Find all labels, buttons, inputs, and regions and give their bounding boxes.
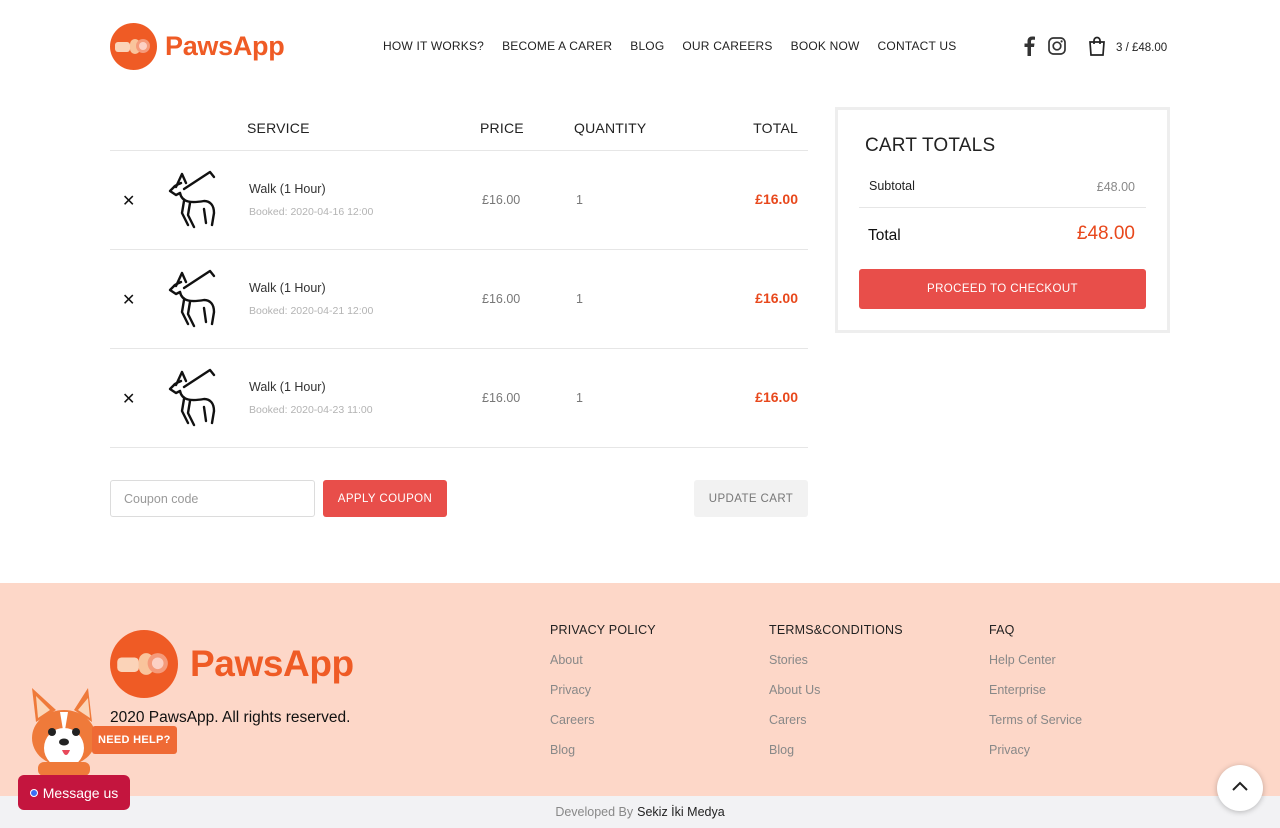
service-name: Walk (1 Hour) bbox=[249, 380, 326, 394]
developer-link[interactable]: Sekiz İki Medya bbox=[637, 805, 725, 819]
cart-table-header: SERVICE PRICE QUANTITY TOTAL bbox=[110, 107, 808, 151]
item-quantity: 1 bbox=[576, 292, 583, 306]
service-name: Walk (1 Hour) bbox=[249, 182, 326, 196]
remove-item-icon[interactable]: ✕ bbox=[122, 191, 136, 210]
service-name: Walk (1 Hour) bbox=[249, 281, 326, 295]
nav-blog[interactable]: BLOG bbox=[630, 39, 664, 53]
cart-table: SERVICE PRICE QUANTITY TOTAL ✕ Walk (1 H… bbox=[110, 107, 808, 448]
booked-time: Booked: 2020-04-23 11:00 bbox=[249, 404, 373, 416]
nav-book-now[interactable]: BOOK NOW bbox=[791, 39, 860, 53]
total-value: £48.00 bbox=[1076, 223, 1135, 244]
booked-time: Booked: 2020-04-21 12:00 bbox=[249, 305, 374, 317]
footer-link-enterprise[interactable]: Enterprise bbox=[989, 683, 1082, 697]
footer-link-carers[interactable]: Carers bbox=[769, 713, 903, 727]
footer-column-title: TERMS&CONDITIONS bbox=[769, 623, 903, 637]
shopping-bag-icon bbox=[1088, 36, 1106, 59]
header-quantity: QUANTITY bbox=[574, 120, 647, 136]
copyright-text: 2020 PawsApp. All rights reserved. bbox=[110, 709, 351, 726]
table-row: ✕ Walk (1 Hour) Booked: 2020-04-16 12:00… bbox=[110, 151, 808, 250]
facebook-icon[interactable] bbox=[1022, 36, 1036, 61]
footer-link-privacy[interactable]: Privacy bbox=[989, 743, 1082, 757]
footer-link-privacy[interactable]: Privacy bbox=[550, 683, 656, 697]
dog-walk-icon bbox=[162, 268, 220, 330]
logo-mark-icon bbox=[110, 630, 178, 698]
footer-link-about-us[interactable]: About Us bbox=[769, 683, 903, 697]
proceed-to-checkout-button[interactable]: PROCEED TO CHECKOUT bbox=[859, 269, 1146, 309]
nav-become-a-carer[interactable]: BECOME A CARER bbox=[502, 39, 612, 53]
item-quantity: 1 bbox=[576, 193, 583, 207]
header-total: TOTAL bbox=[753, 120, 798, 136]
instagram-icon[interactable] bbox=[1048, 37, 1066, 60]
nav-our-careers[interactable]: OUR CAREERS bbox=[682, 39, 772, 53]
item-total: £16.00 bbox=[755, 389, 798, 405]
cart-totals-panel: CART TOTALS Subtotal £48.00 Total £48.00… bbox=[835, 107, 1170, 333]
message-us-button[interactable]: Message us bbox=[18, 775, 130, 810]
need-help-badge[interactable]: NEED HELP? bbox=[92, 726, 177, 754]
subtotal-label: Subtotal bbox=[869, 179, 915, 193]
dog-walk-icon bbox=[162, 169, 220, 231]
developed-by-label: Developed By bbox=[555, 805, 634, 819]
item-price: £16.00 bbox=[482, 391, 521, 405]
logo[interactable]: PawsApp bbox=[110, 23, 285, 70]
apply-coupon-button[interactable]: APPLY COUPON bbox=[323, 480, 447, 517]
developer-credit-bar: Developed By Sekiz İki Medya bbox=[0, 796, 1280, 828]
item-quantity: 1 bbox=[576, 391, 583, 405]
item-price: £16.00 bbox=[482, 193, 521, 207]
footer-link-help-center[interactable]: Help Center bbox=[989, 653, 1082, 667]
item-total: £16.00 bbox=[755, 191, 798, 207]
site-header: PawsApp HOW IT WORKS? BECOME A CARER BLO… bbox=[0, 0, 1280, 92]
item-price: £16.00 bbox=[482, 292, 521, 306]
footer-column-title: PRIVACY POLICY bbox=[550, 623, 656, 637]
footer-column-faq: FAQ Help Center Enterprise Terms of Serv… bbox=[989, 623, 1082, 773]
social-links bbox=[1022, 36, 1066, 61]
nav-how-it-works[interactable]: HOW IT WORKS? bbox=[383, 39, 484, 53]
scroll-to-top-button[interactable] bbox=[1217, 765, 1263, 811]
table-row: ✕ Walk (1 Hour) Booked: 2020-04-21 12:00… bbox=[110, 250, 808, 349]
footer-column-privacy: PRIVACY POLICY About Privacy Careers Blo… bbox=[550, 623, 656, 773]
remove-item-icon[interactable]: ✕ bbox=[122, 290, 136, 309]
message-us-label: Message us bbox=[42, 784, 119, 801]
footer-link-careers[interactable]: Careers bbox=[550, 713, 656, 727]
footer-logo[interactable]: PawsApp bbox=[110, 630, 354, 698]
subtotal-value: £48.00 bbox=[1096, 180, 1135, 194]
site-footer: PawsApp 2020 PawsApp. All rights reserve… bbox=[0, 583, 1280, 796]
header-cart[interactable]: 3 / £48.00 bbox=[1088, 36, 1167, 59]
footer-link-blog[interactable]: Blog bbox=[769, 743, 903, 757]
footer-link-about[interactable]: About bbox=[550, 653, 656, 667]
header-service: SERVICE bbox=[247, 120, 310, 136]
footer-link-stories[interactable]: Stories bbox=[769, 653, 903, 667]
chevron-up-icon bbox=[1231, 779, 1249, 797]
totals-divider bbox=[859, 207, 1146, 208]
nav-contact-us[interactable]: CONTACT US bbox=[878, 39, 957, 53]
item-total: £16.00 bbox=[755, 290, 798, 306]
footer-link-blog[interactable]: Blog bbox=[550, 743, 656, 757]
cart-totals-title: CART TOTALS bbox=[865, 135, 996, 156]
logo-text: PawsApp bbox=[165, 31, 285, 61]
remove-item-icon[interactable]: ✕ bbox=[122, 389, 136, 408]
main-nav: HOW IT WORKS? BECOME A CARER BLOG OUR CA… bbox=[383, 39, 974, 53]
dog-walk-icon bbox=[162, 367, 220, 429]
coupon-code-input[interactable] bbox=[110, 480, 315, 517]
footer-column-terms: TERMS&CONDITIONS Stories About Us Carers… bbox=[769, 623, 903, 773]
table-row: ✕ Walk (1 Hour) Booked: 2020-04-23 11:00… bbox=[110, 349, 808, 448]
footer-column-title: FAQ bbox=[989, 623, 1015, 637]
header-price: PRICE bbox=[480, 120, 524, 136]
total-label: Total bbox=[868, 227, 901, 244]
header-cart-summary: 3 / £48.00 bbox=[1116, 41, 1168, 54]
update-cart-button[interactable]: UPDATE CART bbox=[694, 480, 808, 517]
logo-mark-icon bbox=[110, 23, 157, 70]
online-status-dot-icon bbox=[29, 788, 38, 797]
booked-time: Booked: 2020-04-16 12:00 bbox=[249, 206, 374, 218]
footer-logo-text: PawsApp bbox=[190, 643, 354, 684]
footer-link-terms-of-service[interactable]: Terms of Service bbox=[989, 713, 1082, 727]
